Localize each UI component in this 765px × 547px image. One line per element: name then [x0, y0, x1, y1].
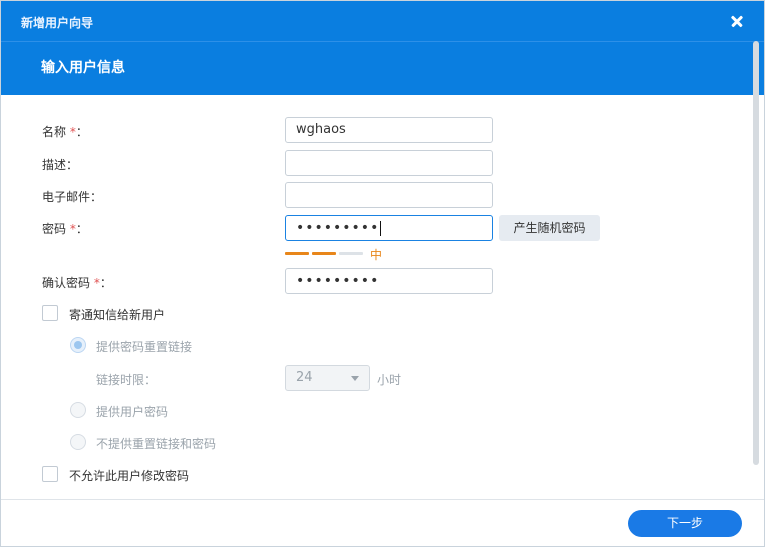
scrollbar[interactable]: [753, 41, 759, 465]
reset-link-label: 提供密码重置链接: [96, 340, 193, 354]
step-title: 输入用户信息: [41, 60, 125, 76]
strength-bar-3: [339, 252, 363, 255]
description-input[interactable]: [285, 150, 493, 176]
confirm-password-input[interactable]: •••••••••: [285, 268, 493, 294]
disallow-change-label: 不允许此用户修改密码: [69, 469, 190, 483]
generate-password-button[interactable]: 产生随机密码: [499, 215, 600, 241]
wizard-dialog: 新增用户向导 输入用户信息 名称 *： wghaos 描述： 电子邮件： 密码 …: [0, 0, 765, 547]
close-icon[interactable]: [726, 10, 748, 32]
name-input[interactable]: wghaos: [285, 117, 493, 143]
password-label-text: 密码: [42, 222, 67, 236]
notify-label: 寄通知信给新用户: [69, 308, 166, 322]
strength-bar-2: [312, 252, 336, 255]
title-bar[interactable]: 新增用户向导: [1, 1, 764, 41]
dialog-title: 新增用户向导: [21, 16, 94, 30]
confirm-password-value: •••••••••: [296, 273, 380, 289]
dialog-footer: 下一步: [1, 499, 764, 546]
reset-link-radio[interactable]: [70, 337, 86, 353]
email-input[interactable]: [285, 182, 493, 208]
colon: ：: [99, 276, 112, 290]
password-label: 密码 *：: [42, 220, 88, 237]
colon: ：: [75, 222, 88, 236]
text-cursor: [380, 221, 382, 236]
password-input[interactable]: •••••••••: [285, 215, 493, 241]
name-label-text: 名称: [42, 125, 67, 139]
confirm-password-label: 确认密码 *：: [42, 274, 112, 291]
give-password-radio[interactable]: [70, 402, 86, 418]
give-password-label: 提供用户密码: [96, 405, 169, 419]
colon: ：: [75, 125, 88, 139]
step-header: 输入用户信息: [1, 41, 764, 95]
strength-label: 中: [370, 248, 383, 262]
no-reset-radio[interactable]: [70, 434, 86, 450]
name-label: 名称 *：: [42, 123, 88, 140]
chevron-down-icon: [351, 376, 359, 381]
email-label: 电子邮件：: [42, 190, 103, 204]
description-label: 描述：: [42, 158, 79, 172]
strength-bar-1: [285, 252, 309, 255]
link-time-label: 链接时限：: [96, 373, 157, 387]
link-time-value: 24: [296, 370, 313, 385]
no-reset-label: 不提供重置链接和密码: [96, 437, 217, 451]
confirm-label-text: 确认密码: [42, 276, 91, 290]
password-value: •••••••••: [296, 220, 380, 236]
next-button[interactable]: 下一步: [628, 510, 742, 537]
notify-checkbox[interactable]: [42, 305, 58, 321]
link-time-unit: 小时: [377, 373, 402, 387]
link-time-select[interactable]: 24: [285, 365, 370, 391]
disallow-change-checkbox[interactable]: [42, 466, 58, 482]
